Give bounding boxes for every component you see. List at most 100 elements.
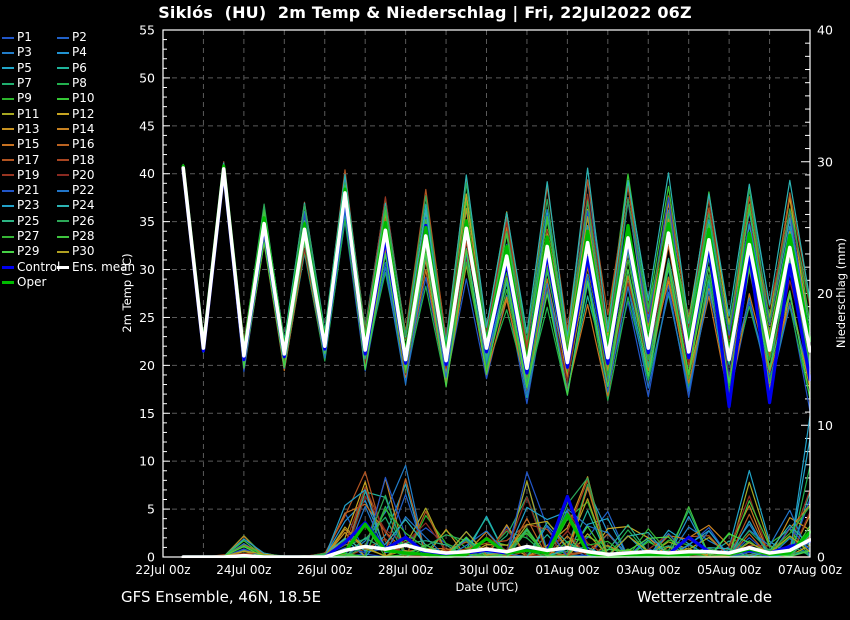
legend-label: Control [17,261,60,274]
legend-item: Ens. mean [57,259,135,274]
x-tick-label: 28Jul 00z [378,563,433,577]
legend-label: P29 [17,245,40,258]
legend-swatch [57,52,69,54]
footer-branding: Wetterzentrale.de [637,588,772,606]
legend-label: P17 [17,154,40,167]
legend-column2: P2P4P6P8P10P12P14P16P18P20P22P24P26P28P3… [57,30,135,275]
y-right-tick-label: 30 [817,154,833,169]
legend-swatch [57,98,69,100]
legend-item: P25 [2,214,60,229]
legend-swatch [2,113,14,115]
meteogram-page: 051015202530354045505501020304022Jul 00z… [0,0,850,620]
legend-swatch [2,83,14,85]
legend-item: P2 [57,30,135,45]
legend-item: P23 [2,198,60,213]
legend-item: P6 [57,61,135,76]
legend-item: P19 [2,168,60,183]
x-tick-label: 01Aug 00z [535,563,599,577]
legend-label: P10 [72,92,95,105]
legend-label: P24 [72,199,95,212]
legend-label: P19 [17,169,40,182]
legend-label: P23 [17,199,40,212]
x-tick-label: 07Aug 00z [778,563,842,577]
legend-item: P22 [57,183,135,198]
legend-swatch [2,144,14,146]
legend-swatch [2,37,14,39]
legend-swatch [2,174,14,176]
y-left-tick-label: 25 [139,310,155,325]
legend-item: P29 [2,244,60,259]
legend-item: P3 [2,45,60,60]
legend-item: P13 [2,122,60,137]
legend-swatch [57,236,69,238]
x-tick-label: 30Jul 00z [459,563,514,577]
legend-label: P2 [72,31,87,44]
legend-label: P8 [72,77,87,90]
legend-swatch [2,159,14,161]
legend-label: P22 [72,184,95,197]
legend-label: Ens. mean [72,261,135,274]
y-left-tick-label: 45 [139,118,155,133]
y-left-tick-label: 20 [139,358,155,373]
legend-label: P14 [72,123,95,136]
y-right-tick-label: 10 [817,418,833,433]
y-right-tick-label: 20 [817,286,833,301]
legend-swatch [57,190,69,192]
legend-swatch [2,220,14,222]
legend-swatch [57,83,69,85]
legend-item: P10 [57,91,135,106]
legend-swatch [2,98,14,100]
legend-label: P26 [72,215,95,228]
y-left-tick-label: 35 [139,214,155,229]
legend-item: P14 [57,122,135,137]
legend-label: P28 [72,230,95,243]
y-right-tick-label: 40 [817,23,833,38]
legend-swatch [57,113,69,115]
legend-label: P25 [17,215,40,228]
legend-column1: P1P3P5P7P9P11P13P15P17P19P21P23P25P27P29… [2,30,60,290]
legend-swatch [2,281,14,284]
legend-item: P20 [57,168,135,183]
legend-item: P11 [2,106,60,121]
legend-item: P12 [57,106,135,121]
legend-item: P30 [57,244,135,259]
footer-model-info: GFS Ensemble, 46N, 18.5E [121,588,321,606]
legend-label: P4 [72,46,87,59]
legend-item: P1 [2,30,60,45]
y-axis-right-title: Niederschlag (mm) [834,143,850,443]
legend-label: P9 [17,92,32,105]
legend-label: P3 [17,46,32,59]
legend-label: P30 [72,245,95,258]
legend-swatch [57,266,69,269]
legend-swatch [2,52,14,54]
legend-swatch [57,37,69,39]
x-tick-label: 26Jul 00z [297,563,352,577]
legend-label: P18 [72,154,95,167]
legend-item: Oper [2,275,60,290]
legend-label: P6 [72,62,87,75]
legend-label: P27 [17,230,40,243]
legend-item: P28 [57,229,135,244]
legend-item: P17 [2,152,60,167]
legend-label: P12 [72,108,95,121]
legend-label: P20 [72,169,95,182]
legend-swatch [2,128,14,130]
legend-swatch [57,128,69,130]
legend-swatch [2,236,14,238]
y-left-tick-label: 15 [139,406,155,421]
x-axis-title: Date (UTC) [387,580,587,594]
legend-item: P4 [57,45,135,60]
y-left-tick-label: 5 [147,502,155,517]
legend-item: P26 [57,214,135,229]
y-left-tick-label: 50 [139,70,155,85]
legend-swatch [57,205,69,207]
y-left-tick-label: 40 [139,166,155,181]
legend-swatch [57,159,69,161]
legend-swatch [57,144,69,146]
x-tick-label: 24Jul 00z [216,563,271,577]
legend-label: P1 [17,31,32,44]
legend-swatch [2,67,14,69]
legend-label: Oper [17,276,46,289]
chart-title: Siklós (HU) 2m Temp & Niederschlag | Fri… [0,3,850,22]
legend-swatch [2,266,14,269]
